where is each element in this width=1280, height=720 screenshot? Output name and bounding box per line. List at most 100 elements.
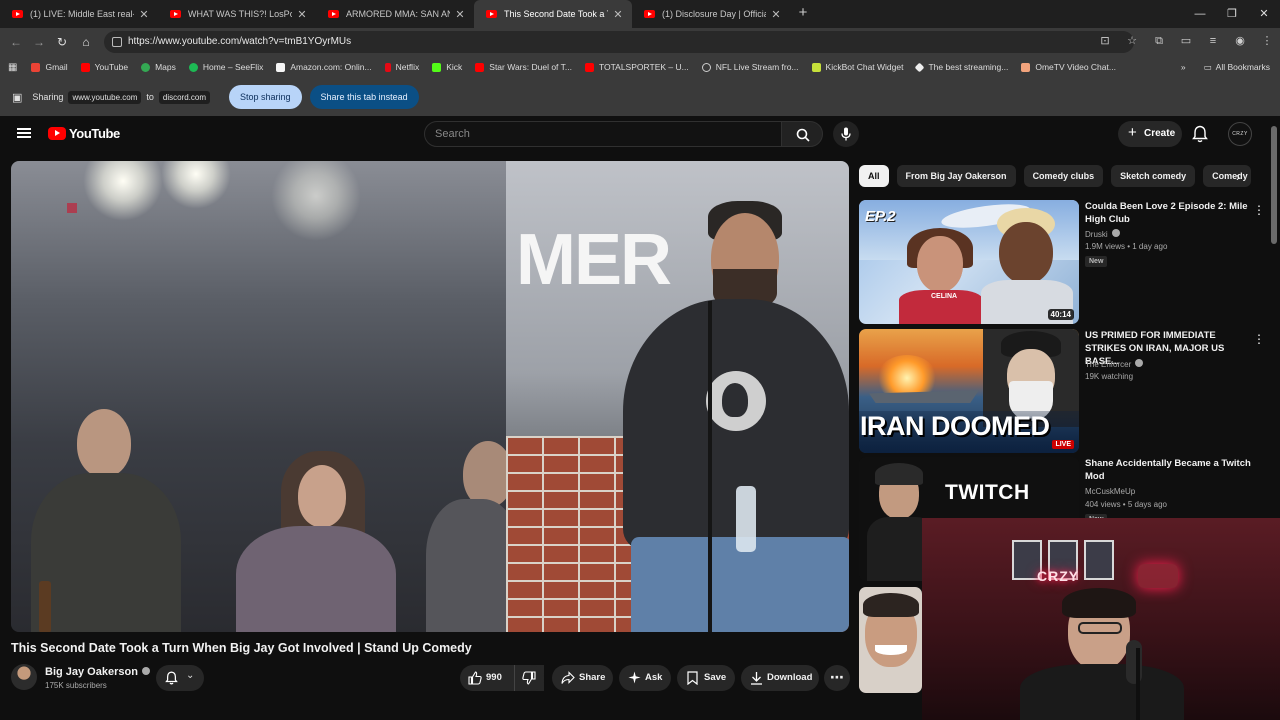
wall-picture-frame [1084, 540, 1114, 580]
youtube-play-icon [48, 127, 66, 140]
bookmark-item[interactable]: Star Wars: Duel of T... [475, 62, 572, 72]
recommendation-title[interactable]: Coulda Been Love 2 Episode 2: Mile High … [1085, 200, 1255, 226]
browser-tab[interactable]: WHAT WAS THIS?! LosPollosTV ✕ [158, 0, 316, 28]
extensions-icon[interactable]: ⧉ [1152, 34, 1166, 48]
recommendation-channel[interactable]: The Enforcer [1085, 359, 1144, 369]
channel-name-text: Big Jay Oakerson [45, 666, 138, 678]
cast-icon[interactable]: ▭ [1179, 34, 1193, 48]
recommendation-channel[interactable]: Druski [1085, 229, 1120, 239]
page-scrollbar[interactable] [1271, 126, 1277, 244]
chip-comedy-clubs[interactable]: Comedy clubs [1023, 165, 1104, 187]
reload-icon[interactable]: ↻ [54, 34, 70, 50]
account-avatar[interactable]: CRZY [1228, 122, 1252, 146]
browser-tab-active[interactable]: This Second Date Took a Turn V ✕ [474, 0, 632, 28]
hamburger-menu-icon[interactable] [17, 128, 31, 138]
video-player[interactable]: MER [11, 161, 849, 632]
amazon-icon [276, 62, 286, 72]
youtube-favicon-icon [486, 10, 497, 18]
thumbnail-name-text: CELINA [931, 293, 958, 300]
url-bar[interactable]: https://www.youtube.com/watch?v=tmB1YOyr… [104, 31, 1134, 53]
bookmark-item[interactable]: NFL Live Stream fro... [701, 62, 799, 72]
dislike-button[interactable] [514, 665, 544, 691]
close-icon[interactable]: ✕ [138, 8, 150, 21]
more-options-icon[interactable]: ⋮ [1253, 332, 1265, 346]
bookmark-item[interactable]: YouTube [80, 62, 128, 72]
search-button[interactable] [781, 121, 823, 147]
site-info-icon[interactable] [112, 37, 122, 47]
video-thumbnail[interactable] [859, 587, 922, 693]
subscription-bell-button[interactable]: ⌄ [156, 665, 204, 691]
browser-tab[interactable]: (1) Disclosure Day | Official Tea ✕ [632, 0, 790, 28]
channel-text: The Enforcer [1085, 360, 1132, 369]
close-icon[interactable]: ✕ [454, 8, 466, 21]
recommendation-item[interactable]: IRAN DOOMED LIVE US PRIMED FOR IMMEDIATE… [859, 329, 1269, 453]
share-arrow-icon [561, 671, 575, 684]
bookmark-item[interactable]: OmeTV Video Chat... [1021, 62, 1116, 72]
screen-share-icon: ▣ [12, 91, 23, 104]
bookmark-star-icon[interactable]: ☆ [1125, 34, 1139, 48]
chip-sketch-comedy[interactable]: Sketch comedy [1111, 165, 1196, 187]
forward-icon[interactable]: → [31, 34, 47, 50]
more-actions-icon[interactable]: ⋯ [824, 665, 850, 691]
glasses [1078, 622, 1122, 634]
close-window-icon[interactable]: ✕ [1248, 0, 1280, 28]
bookmark-label: TOTALSPORTEK – U... [598, 62, 689, 72]
download-button[interactable]: Download [741, 665, 819, 691]
chip-from-channel[interactable]: From Big Jay Oakerson [896, 165, 1016, 187]
media-controls-icon[interactable]: ≡ [1206, 34, 1220, 48]
gmail-icon [31, 62, 41, 72]
youtube-logo[interactable]: YouTube [48, 126, 120, 141]
bookmark-item[interactable]: The best streaming... [915, 62, 1008, 72]
minimize-icon[interactable]: — [1184, 0, 1216, 28]
save-button[interactable]: Save [677, 665, 735, 691]
more-options-icon[interactable]: ⋮ [1253, 203, 1265, 217]
browser-tab[interactable]: ARMORED MMA: SAN ANTONI ✕ [316, 0, 474, 28]
beer-bottle [39, 581, 51, 632]
recommendation-title[interactable]: Shane Accidentally Became a Twitch Mod [1085, 457, 1255, 483]
back-icon[interactable]: ← [8, 34, 24, 50]
notifications-bell-icon[interactable] [1192, 125, 1208, 143]
video-thumbnail[interactable]: EP.2 CELINA 40:14 [859, 200, 1079, 324]
ometv-icon [1021, 62, 1031, 72]
all-bookmarks-button[interactable]: ▭ All Bookmarks [1204, 62, 1270, 73]
bookmark-item[interactable]: TOTALSPORTEK – U... [584, 62, 689, 72]
bookmark-item[interactable]: KickBot Chat Widget [811, 62, 903, 72]
install-app-icon[interactable]: ⊡ [1098, 34, 1112, 48]
bookmark-item[interactable]: Home – SeeFlix [188, 62, 263, 72]
restore-icon[interactable]: ❐ [1216, 0, 1248, 28]
browser-tab[interactable]: (1) LIVE: Middle East real-ti ✕ [0, 0, 158, 28]
chevron-right-icon[interactable]: › [1236, 170, 1240, 184]
recommendation-channel[interactable]: McCuskMeUp [1085, 487, 1135, 496]
close-icon[interactable]: ✕ [770, 8, 782, 21]
search-input[interactable]: Search [424, 121, 782, 147]
bookmark-item[interactable]: Kick [432, 62, 462, 72]
channel-name[interactable]: Big Jay Oakerson [45, 666, 150, 678]
create-button[interactable]: Create [1118, 120, 1182, 147]
recommendation-meta: 1.9M views • 1 day ago [1085, 242, 1168, 251]
bookmark-item[interactable]: Gmail [31, 62, 68, 72]
recommendation-item[interactable]: EP.2 CELINA 40:14 Coulda Been Love 2 Epi… [859, 200, 1269, 324]
close-icon[interactable]: ✕ [612, 8, 624, 21]
profile-icon[interactable]: ◉ [1233, 34, 1247, 48]
channel-avatar[interactable] [11, 664, 37, 690]
bookmark-item[interactable]: Netflix [384, 62, 419, 72]
chip-comedy[interactable]: Comedy [1203, 165, 1252, 187]
more-bookmarks-icon[interactable]: » [1181, 62, 1186, 72]
filter-chips: All From Big Jay Oakerson Comedy clubs S… [859, 165, 1252, 187]
share-this-tab-button[interactable]: Share this tab instead [309, 85, 419, 109]
voice-search-button[interactable] [833, 121, 859, 147]
bookmark-item[interactable]: Amazon.com: Onlin... [276, 62, 372, 72]
browser-menu-icon[interactable]: ⋮ [1260, 34, 1274, 48]
stop-sharing-button[interactable]: Stop sharing [229, 85, 302, 109]
ask-button[interactable]: Ask [619, 665, 671, 691]
share-button[interactable]: Share [552, 665, 613, 691]
close-icon[interactable]: ✕ [296, 8, 308, 21]
chip-all[interactable]: All [859, 165, 889, 187]
new-tab-button[interactable]: + [790, 0, 816, 28]
download-label: Download [767, 672, 813, 683]
bookmark-item[interactable]: Maps [141, 62, 176, 72]
video-thumbnail[interactable]: IRAN DOOMED LIVE [859, 329, 1079, 453]
apps-grid-icon[interactable]: ▦ [8, 62, 17, 73]
sparkle-icon [628, 671, 641, 684]
home-icon[interactable]: ⌂ [78, 34, 94, 50]
